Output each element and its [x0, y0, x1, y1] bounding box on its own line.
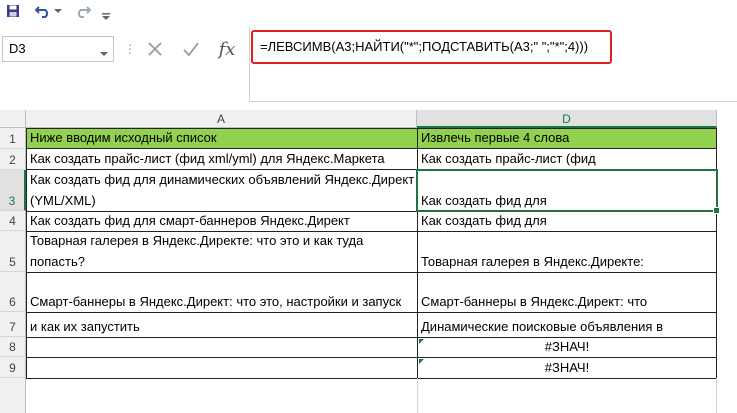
cancel-icon[interactable]: [142, 36, 168, 62]
cell-a10[interactable]: [26, 378, 418, 413]
quick-access-toolbar: [0, 0, 737, 22]
cell-d9[interactable]: #ЗНАЧ!: [417, 357, 717, 379]
cell-a4[interactable]: Как создать фид для смарт-баннеров Яндек…: [26, 211, 418, 232]
cell-d4[interactable]: Как создать фид для: [417, 211, 717, 232]
cell-d10[interactable]: [417, 378, 717, 413]
row-header-10[interactable]: [0, 378, 26, 413]
cell-a1[interactable]: Ниже вводим исходный список: [26, 128, 418, 149]
cell-a8[interactable]: [26, 337, 418, 358]
cell-a7[interactable]: и как их запустить: [26, 312, 418, 338]
row-header-3[interactable]: 3: [0, 170, 26, 211]
enter-check-icon[interactable]: [178, 36, 204, 62]
formula-input[interactable]: =ЛЕВСИМВ(A3;НАЙТИ("*";ПОДСТАВИТЬ(A3;" ";…: [251, 30, 612, 64]
column-header-a[interactable]: A: [26, 110, 417, 128]
cell-d7[interactable]: Динамические поисковые объявления в: [417, 312, 717, 338]
row-header-5[interactable]: 5: [0, 231, 26, 272]
row-header-4[interactable]: 4: [0, 211, 26, 231]
column-header-d[interactable]: D: [417, 110, 717, 128]
row-header-8[interactable]: 8: [0, 337, 26, 357]
name-box-dropdown-icon[interactable]: [100, 44, 108, 62]
insert-function-icon[interactable]: fx: [214, 36, 240, 62]
cell-a5[interactable]: Товарная галерея в Яндекс.Директе: что э…: [26, 231, 418, 273]
error-indicator-icon[interactable]: [419, 359, 424, 364]
select-all-corner[interactable]: [0, 110, 26, 128]
row-header-9[interactable]: 9: [0, 357, 26, 378]
row-header-7[interactable]: 7: [0, 312, 26, 337]
cell-d5[interactable]: Товарная галерея в Яндекс.Директе:: [417, 231, 717, 273]
cell-d1[interactable]: Извлечь первые 4 слова: [417, 128, 717, 149]
error-indicator-icon[interactable]: [419, 339, 424, 344]
cell-a3[interactable]: Как создать фид для динамических объявле…: [26, 169, 418, 212]
cell-d2[interactable]: Как создать прайс-лист (фид: [417, 148, 717, 170]
undo-dropdown-icon[interactable]: [53, 2, 63, 20]
undo-icon[interactable]: [34, 2, 52, 20]
redo-icon[interactable]: [74, 2, 92, 20]
formula-bar-splitter-icon[interactable]: ⋮: [124, 40, 136, 58]
row-header-1[interactable]: 1: [0, 128, 26, 149]
cell-d6[interactable]: Смарт-баннеры в Яндекс.Директ: что: [417, 272, 717, 313]
row-header-6[interactable]: 6: [0, 272, 26, 312]
cell-d8[interactable]: #ЗНАЧ!: [417, 337, 717, 358]
cell-a6[interactable]: Смарт-баннеры в Яндекс.Директ: что это, …: [26, 272, 418, 313]
name-box[interactable]: D3: [2, 36, 114, 62]
cell-a2[interactable]: Как создать прайс-лист (фид xml/yml) для…: [26, 148, 418, 170]
cell-a9[interactable]: [26, 357, 418, 379]
customize-dropdown-icon[interactable]: [100, 8, 112, 26]
cell-d3[interactable]: Как создать фид для: [417, 169, 717, 212]
fill-handle[interactable]: [713, 207, 720, 214]
row-header-2[interactable]: 2: [0, 149, 26, 170]
save-icon[interactable]: [4, 2, 22, 20]
